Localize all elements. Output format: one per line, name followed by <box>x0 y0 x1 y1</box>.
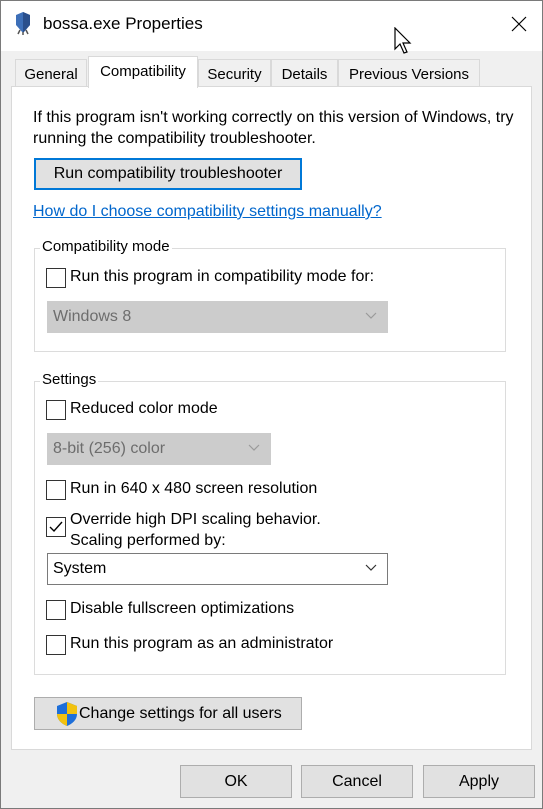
cancel-button[interactable]: Cancel <box>301 765 413 798</box>
fullscreen-opt-checkbox[interactable] <box>46 600 66 620</box>
dpi-label-line-2: Scaling performed by: <box>70 532 226 549</box>
chevron-down-icon <box>248 444 260 451</box>
reduced-color-label: Reduced color mode <box>70 400 218 417</box>
tab-panel-compatibility: If this program isn't working correctly … <box>11 86 532 750</box>
compatibility-mode-label: Compatibility mode <box>40 238 172 255</box>
settings-label: Settings <box>40 371 99 388</box>
title-bar[interactable]: bossa.exe Properties <box>1 1 542 51</box>
window-title: bossa.exe Properties <box>43 14 203 33</box>
tab-previous-versions[interactable]: Previous Versions <box>338 59 480 86</box>
compatibility-mode-group <box>34 248 506 352</box>
chevron-down-icon <box>365 312 377 319</box>
tab-compatibility[interactable]: Compatibility <box>88 56 198 88</box>
ok-button[interactable]: OK <box>180 765 292 798</box>
resolution-checkbox[interactable] <box>46 480 66 500</box>
dpi-scaling-select-value: System <box>53 560 107 577</box>
checkmark-icon <box>49 521 63 533</box>
apply-button[interactable]: Apply <box>423 765 535 798</box>
mouse-cursor-icon <box>394 27 412 54</box>
tab-security[interactable]: Security <box>198 59 271 86</box>
fullscreen-opt-label: Disable fullscreen optimizations <box>70 600 295 617</box>
intro-line-1: If this program isn't working correctly … <box>33 109 514 126</box>
change-settings-all-users-label: Change settings for all users <box>79 704 282 722</box>
properties-window: bossa.exe Properties General Compatibili… <box>0 0 543 809</box>
uac-shield-icon <box>57 701 77 726</box>
chevron-down-icon <box>365 564 377 571</box>
reduced-color-checkbox[interactable] <box>46 400 66 420</box>
app-icon <box>16 12 30 35</box>
resolution-label: Run in 640 x 480 screen resolution <box>70 480 318 497</box>
run-troubleshooter-button[interactable]: Run compatibility troubleshooter <box>34 158 302 190</box>
close-button[interactable] <box>496 1 542 47</box>
run-as-admin-checkbox[interactable] <box>46 635 66 655</box>
dpi-override-checkbox[interactable] <box>46 517 66 537</box>
change-settings-all-users-button[interactable]: Change settings for all users <box>34 697 302 730</box>
close-icon <box>511 16 527 32</box>
run-as-admin-label: Run this program as an administrator <box>70 635 334 652</box>
compat-mode-select-value: Windows 8 <box>53 308 132 325</box>
compat-mode-checkbox-label: Run this program in compatibility mode f… <box>70 268 375 285</box>
color-depth-select-value: 8-bit (256) color <box>53 440 166 457</box>
tab-details[interactable]: Details <box>271 59 338 86</box>
dpi-scaling-select[interactable]: System <box>47 553 388 585</box>
intro-text: If this program isn't working correctly … <box>33 107 514 149</box>
compat-mode-select[interactable]: Windows 8 <box>47 301 388 333</box>
dpi-label-line-1: Override high DPI scaling behavior. <box>70 511 321 528</box>
tab-general[interactable]: General <box>15 59 87 86</box>
intro-line-2: running the compatibility troubleshooter… <box>33 130 316 147</box>
color-depth-select[interactable]: 8-bit (256) color <box>47 433 271 465</box>
compat-mode-checkbox[interactable] <box>46 268 66 288</box>
dpi-override-label: Override high DPI scaling behavior. Scal… <box>70 509 321 551</box>
manual-settings-link[interactable]: How do I choose compatibility settings m… <box>33 203 382 221</box>
